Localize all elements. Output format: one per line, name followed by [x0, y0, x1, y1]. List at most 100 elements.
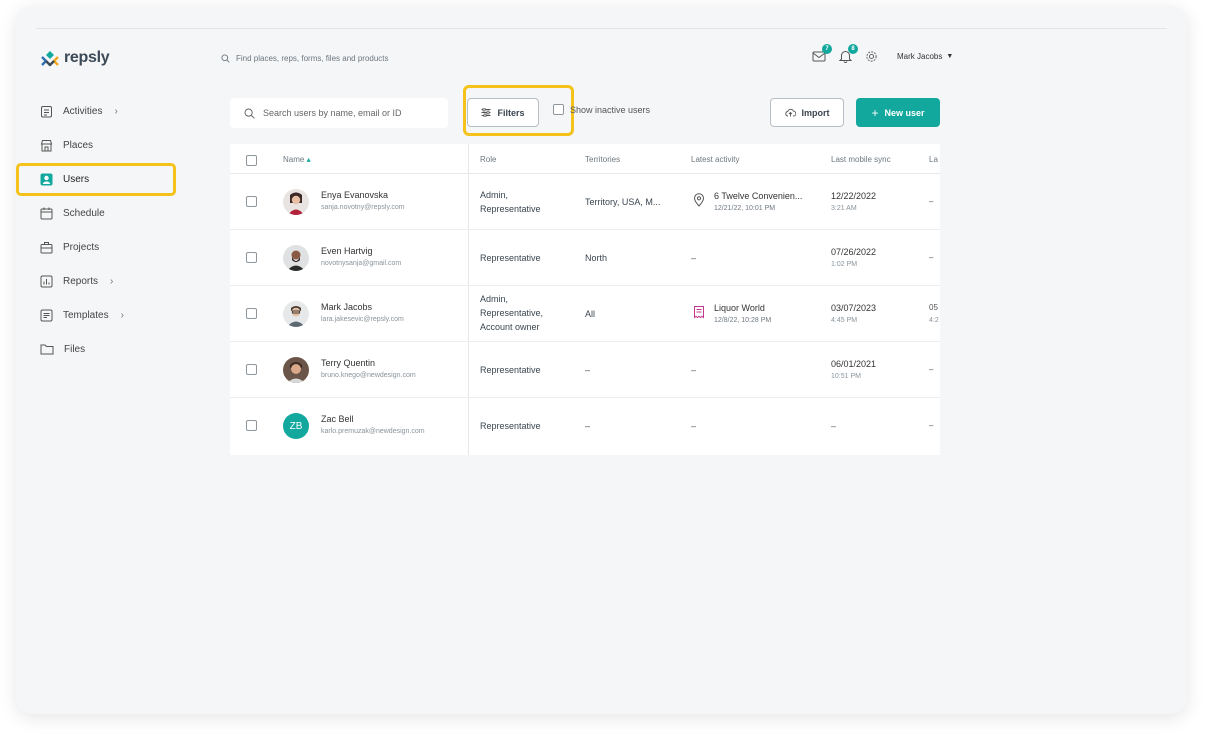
show-inactive-checkbox[interactable]	[553, 104, 564, 115]
notifications-badge: 8	[848, 44, 858, 54]
extra-cell-sub: 4:2	[929, 317, 939, 324]
role-line: Representative	[480, 421, 541, 431]
user-role: Representative	[480, 251, 570, 265]
sidebar: Activities › Places Users Schedule Proje…	[16, 94, 186, 366]
sync-date: –	[831, 421, 837, 431]
user-menu-name: Mark Jacobs	[897, 51, 943, 61]
show-inactive-label: Show inactive users	[570, 104, 651, 115]
extra-cell: –	[929, 365, 934, 374]
activity-name[interactable]: Liquor World	[714, 303, 765, 313]
sync-date: 07/26/2022	[831, 247, 877, 257]
table-row[interactable]: Mark Jacobs lara.jakesevic@repsly.com Ad…	[230, 286, 940, 342]
folder-icon	[40, 344, 54, 355]
show-inactive-toggle[interactable]: Show inactive users	[553, 104, 650, 115]
column-header-last-mobile-sync[interactable]: Last mobile sync	[831, 155, 891, 164]
extra-cell: –	[929, 197, 934, 206]
sidebar-item-templates[interactable]: Templates ›	[16, 298, 186, 332]
chevron-right-icon: ›	[110, 275, 114, 287]
column-header-name[interactable]: Name ▴	[283, 155, 311, 164]
table-header: Name ▴ Role Territories Latest activity …	[230, 144, 940, 174]
role-line: Representative	[480, 204, 541, 214]
logo-mark-icon	[41, 51, 59, 67]
notifications-button[interactable]: 8	[837, 44, 858, 64]
sidebar-item-reports[interactable]: Reports ›	[16, 264, 186, 298]
top-divider	[36, 28, 1167, 29]
sync-time: 10:51 PM	[831, 373, 861, 380]
sidebar-item-label: Activities	[63, 105, 103, 117]
import-button[interactable]: Import	[770, 98, 844, 127]
avatar	[283, 301, 309, 327]
sync-date: 03/07/2023	[831, 303, 877, 313]
location-pin-icon	[693, 193, 705, 207]
sync-time: 3:21 AM	[831, 205, 857, 212]
sidebar-item-schedule[interactable]: Schedule	[16, 196, 186, 230]
plus-icon: +	[871, 105, 879, 120]
extra-cell: –	[929, 253, 934, 262]
user-territories: All	[585, 309, 596, 319]
avatar: ZB	[283, 413, 309, 439]
user-name[interactable]: Terry Quentin	[321, 358, 375, 368]
table-row[interactable]: ZB Zac Bell karlo.premuzak@newdesign.com…	[230, 398, 940, 454]
global-search[interactable]: Find places, reps, forms, files and prod…	[221, 54, 389, 63]
store-icon	[40, 139, 53, 151]
sidebar-item-label: Places	[63, 139, 94, 151]
user-territories: Territory, USA, M...	[585, 197, 661, 207]
sliders-icon	[481, 108, 491, 117]
user-search-input[interactable]: Search users by name, email or ID	[230, 98, 448, 128]
briefcase-icon	[40, 241, 53, 253]
filters-label: Filters	[497, 107, 525, 118]
settings-button[interactable]	[863, 48, 879, 64]
calendar-icon	[40, 207, 53, 219]
template-icon	[40, 309, 53, 321]
role-line: Admin,	[480, 294, 509, 304]
row-checkbox[interactable]	[246, 308, 257, 319]
table-row[interactable]: Even Hartvig novotnysanja@gmail.com Repr…	[230, 230, 940, 286]
user-territories: North	[585, 253, 608, 263]
chevron-right-icon: ›	[114, 105, 118, 117]
row-checkbox[interactable]	[246, 196, 257, 207]
table-row[interactable]: Terry Quentin bruno.knego@newdesign.com …	[230, 342, 940, 398]
new-user-label: New user	[884, 107, 925, 118]
user-email: sanja.novotny@repsly.com	[321, 204, 405, 211]
users-table: Name ▴ Role Territories Latest activity …	[230, 144, 940, 455]
messages-button[interactable]: 7	[811, 44, 832, 64]
column-header-extra[interactable]: La	[929, 155, 938, 164]
sidebar-item-label: Projects	[63, 241, 100, 253]
new-user-button[interactable]: + New user	[856, 98, 940, 127]
sidebar-item-activities[interactable]: Activities ›	[16, 94, 186, 128]
sidebar-item-projects[interactable]: Projects	[16, 230, 186, 264]
activity-time: 12/8/22, 10:28 PM	[714, 317, 772, 324]
sidebar-item-users[interactable]: Users	[16, 162, 186, 196]
select-all-checkbox[interactable]	[246, 155, 257, 166]
sidebar-item-places[interactable]: Places	[16, 128, 186, 162]
search-icon	[244, 108, 255, 119]
avatar	[283, 245, 309, 271]
row-checkbox[interactable]	[246, 420, 257, 431]
user-name[interactable]: Even Hartvig	[321, 246, 373, 256]
cloud-upload-icon	[784, 108, 796, 117]
user-name[interactable]: Mark Jacobs	[321, 302, 372, 312]
activity-name[interactable]: 6 Twelve Convenien...	[714, 191, 802, 201]
column-header-latest-activity[interactable]: Latest activity	[691, 155, 739, 164]
messages-badge: 7	[822, 44, 832, 54]
search-icon	[221, 54, 230, 63]
sidebar-item-label: Reports	[63, 275, 99, 287]
user-menu[interactable]: Mark Jacobs ▼	[897, 52, 953, 61]
row-checkbox[interactable]	[246, 252, 257, 263]
column-header-role[interactable]: Role	[480, 155, 496, 164]
column-header-territories[interactable]: Territories	[585, 155, 620, 164]
sidebar-item-label: Files	[64, 343, 86, 355]
user-name[interactable]: Enya Evanovska	[321, 190, 388, 200]
role-line: Representative,	[480, 308, 544, 318]
sync-time: 4:45 PM	[831, 317, 858, 324]
activity-name: –	[691, 421, 697, 431]
filters-button[interactable]: Filters	[467, 98, 539, 127]
table-row[interactable]: Enya Evanovska sanja.novotny@repsly.com …	[230, 174, 940, 230]
row-checkbox[interactable]	[246, 364, 257, 375]
repsly-logo[interactable]: repsly	[40, 49, 110, 67]
user-email: bruno.knego@newdesign.com	[321, 372, 416, 379]
user-name[interactable]: Zac Bell	[321, 414, 354, 424]
avatar	[283, 189, 309, 215]
role-line: Representative	[480, 253, 541, 263]
sidebar-item-files[interactable]: Files	[16, 332, 186, 366]
